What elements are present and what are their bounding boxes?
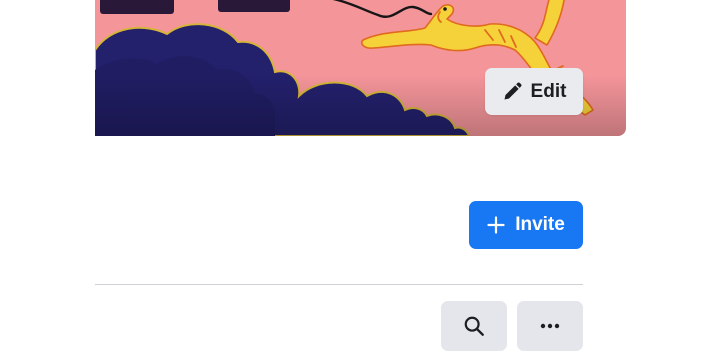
invite-label: Invite — [515, 214, 565, 235]
invite-button[interactable]: Invite — [469, 201, 583, 249]
section-divider — [95, 284, 583, 285]
edit-label: Edit — [530, 80, 567, 102]
more-options-button[interactable] — [517, 301, 583, 351]
more-horizontal-icon — [540, 323, 560, 329]
search-button[interactable] — [441, 301, 507, 351]
search-icon — [463, 315, 485, 337]
pencil-icon — [502, 82, 522, 102]
plus-icon — [487, 216, 505, 234]
edit-cover-button[interactable]: Edit — [485, 68, 583, 115]
